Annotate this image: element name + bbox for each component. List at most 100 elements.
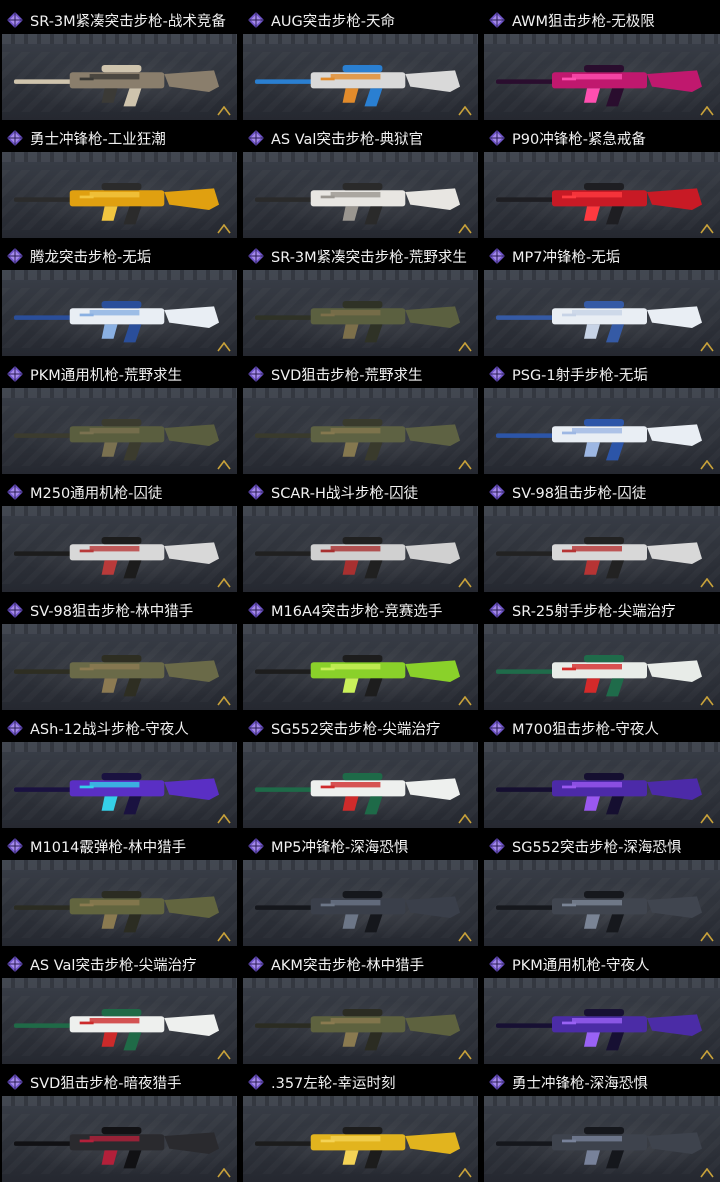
skin-card-header: .357左轮-幸运时刻 [241,1068,478,1096]
rarity-corner-icon [458,814,472,824]
skin-card[interactable]: SR-25射手步枪-尖端治疗 [482,596,720,710]
rarity-corner-icon [700,342,714,352]
weapon-preview-image [2,270,237,356]
weapon-preview-image [243,270,478,356]
skin-card[interactable]: 腾龙突击步枪-无垢 [0,242,237,356]
weapon-preview-image [484,978,720,1064]
rarity-corner-icon [458,106,472,116]
skin-card-header: MP7冲锋枪-无垢 [482,242,720,270]
rarity-gem-icon [6,1073,24,1091]
skin-name: SV-98狙击步枪-囚徒 [512,485,647,502]
skin-card[interactable]: MP5冲锋枪-深海恐惧 [241,832,478,946]
skin-card[interactable]: SVD狙击步枪-荒野求生 [241,360,478,474]
skin-card[interactable]: SCAR-H战斗步枪-囚徒 [241,478,478,592]
skin-card[interactable]: M1014霰弹枪-林中猎手 [0,832,237,946]
skin-card[interactable]: SVD狙击步枪-暗夜猎手 [0,1068,237,1182]
rarity-corner-icon [217,578,231,588]
skin-card-header: SVD狙击步枪-荒野求生 [241,360,478,388]
rarity-gem-icon [488,955,506,973]
skin-card-header: AS Val突击步枪-典狱官 [241,124,478,152]
rarity-gem-icon [488,719,506,737]
rarity-corner-icon [458,460,472,470]
weapon-preview-image [243,860,478,946]
skin-name: SVD狙击步枪-暗夜猎手 [30,1075,182,1092]
skin-name: M250通用机枪-囚徒 [30,485,163,502]
rarity-corner-icon [458,932,472,942]
rarity-gem-icon [6,129,24,147]
skin-name: P90冲锋枪-紧急戒备 [512,131,646,148]
skin-name: SCAR-H战斗步枪-囚徒 [271,485,419,502]
skin-card[interactable]: SV-98狙击步枪-林中猎手 [0,596,237,710]
rarity-corner-icon [217,932,231,942]
skin-card-header: SR-3M紧凑突击步枪-荒野求生 [241,242,478,270]
weapon-preview-image [484,506,720,592]
rarity-gem-icon [6,11,24,29]
weapon-silhouette [251,410,470,464]
weapon-silhouette [251,56,470,110]
skin-card[interactable]: SV-98狙击步枪-囚徒 [482,478,720,592]
skin-card[interactable]: SG552突击步枪-尖端治疗 [241,714,478,828]
rarity-corner-icon [458,224,472,234]
skin-card[interactable]: AWM狙击步枪-无极限 [482,6,720,120]
weapon-preview-image [484,624,720,710]
skin-card[interactable]: ASh-12战斗步枪-守夜人 [0,714,237,828]
skin-name: SR-25射手步枪-尖端治疗 [512,603,676,620]
rarity-gem-icon [488,365,506,383]
weapon-silhouette [492,882,712,936]
skin-name: SG552突击步枪-深海恐惧 [512,839,682,856]
skin-card[interactable]: M700狙击步枪-守夜人 [482,714,720,828]
skin-card[interactable]: PKM通用机枪-荒野求生 [0,360,237,474]
skin-card[interactable]: SR-3M紧凑突击步枪-战术竞备 [0,6,237,120]
skin-name: PKM通用机枪-守夜人 [512,957,650,974]
weapon-preview-image [243,624,478,710]
rarity-corner-icon [700,696,714,706]
skin-name: AS Val突击步枪-典狱官 [271,131,424,148]
skin-name: AWM狙击步枪-无极限 [512,13,655,30]
skin-name: SR-3M紧凑突击步枪-荒野求生 [271,249,467,266]
rarity-corner-icon [700,1168,714,1178]
skin-card[interactable]: MP7冲锋枪-无垢 [482,242,720,356]
rarity-corner-icon [217,460,231,470]
skin-card[interactable]: SG552突击步枪-深海恐惧 [482,832,720,946]
rarity-corner-icon [700,460,714,470]
skin-card[interactable]: .357左轮-幸运时刻 [241,1068,478,1182]
weapon-silhouette [251,882,470,936]
skin-card[interactable]: P90冲锋枪-紧急戒备 [482,124,720,238]
skin-card-header: SR-3M紧凑突击步枪-战术竞备 [0,6,237,34]
skin-card[interactable]: PSG-1射手步枪-无垢 [482,360,720,474]
skin-card[interactable]: AS Val突击步枪-典狱官 [241,124,478,238]
skin-name: 腾龙突击步枪-无垢 [30,249,152,266]
rarity-gem-icon [247,955,265,973]
skin-card[interactable]: 勇士冲锋枪-深海恐惧 [482,1068,720,1182]
rarity-gem-icon [247,1073,265,1091]
weapon-silhouette [492,764,712,818]
rarity-gem-icon [6,601,24,619]
weapon-silhouette [492,1000,712,1054]
rarity-corner-icon [458,342,472,352]
skin-card[interactable]: AS Val突击步枪-尖端治疗 [0,950,237,1064]
rarity-gem-icon [488,483,506,501]
skin-card[interactable]: PKM通用机枪-守夜人 [482,950,720,1064]
weapon-preview-image [243,742,478,828]
weapon-silhouette [251,292,470,346]
skin-card-header: 腾龙突击步枪-无垢 [0,242,237,270]
skin-card-header: SG552突击步枪-尖端治疗 [241,714,478,742]
skin-card-header: AKM突击步枪-林中猎手 [241,950,478,978]
skin-card[interactable]: M250通用机枪-囚徒 [0,478,237,592]
skin-card-header: AS Val突击步枪-尖端治疗 [0,950,237,978]
skin-card[interactable]: AKM突击步枪-林中猎手 [241,950,478,1064]
skin-name: MP5冲锋枪-深海恐惧 [271,839,409,856]
skin-name: SVD狙击步枪-荒野求生 [271,367,423,384]
weapon-silhouette [251,174,470,228]
rarity-corner-icon [217,1050,231,1060]
skin-card[interactable]: 勇士冲锋枪-工业狂潮 [0,124,237,238]
weapon-preview-image [484,1096,720,1182]
rarity-corner-icon [217,1168,231,1178]
skin-card-header: SCAR-H战斗步枪-囚徒 [241,478,478,506]
skin-card[interactable]: SR-3M紧凑突击步枪-荒野求生 [241,242,478,356]
skin-card[interactable]: M16A4突击步枪-竞赛选手 [241,596,478,710]
skin-card[interactable]: AUG突击步枪-天命 [241,6,478,120]
skin-name: AKM突击步枪-林中猎手 [271,957,425,974]
weapon-preview-image [243,34,478,120]
weapon-preview-image [2,34,237,120]
